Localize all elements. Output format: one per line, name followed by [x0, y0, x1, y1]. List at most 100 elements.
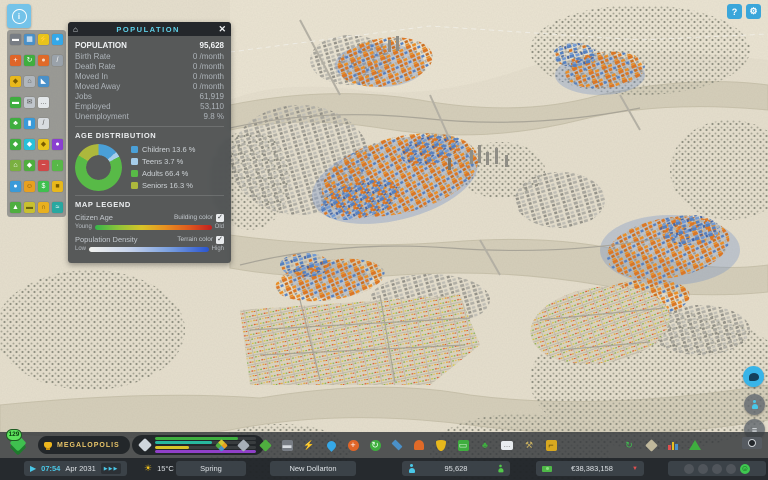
main-toolbar: 129 MEGALOPOLIS ▬ ⚡ + ↻ ▭ ♣ … ⚒ ⌐ ↻: [0, 429, 768, 458]
pollution-infoview-button[interactable]: ●: [52, 139, 63, 150]
education-infoview-button[interactable]: ◣: [38, 76, 49, 87]
legend-swatch: [131, 158, 138, 165]
construction-button[interactable]: ⌐: [544, 438, 558, 452]
citizen-icon: [751, 400, 758, 409]
transportation-infoview-button[interactable]: ▬: [10, 97, 21, 108]
season-pill: Spring: [176, 461, 246, 476]
electricity-infoview-button[interactable]: ⚡: [38, 34, 49, 45]
chirper-bird-icon: [748, 372, 759, 381]
population-pill[interactable]: 95,628: [402, 461, 510, 476]
close-icon[interactable]: ✕: [218, 24, 226, 35]
wildlife-infoview-button[interactable]: ·: [52, 160, 63, 171]
city-crystal-icon: [137, 437, 153, 453]
parks-recreation-button[interactable]: ♣: [478, 438, 492, 452]
water-sewage-button[interactable]: [324, 438, 338, 452]
zoning-button[interactable]: [214, 438, 228, 452]
followed-citizen-button[interactable]: [744, 394, 765, 415]
population-info-infoview-button[interactable]: ●: [10, 181, 21, 192]
toolbar-icons: ▬ ⚡ + ↻ ▭ ♣ … ⚒ ⌐ ↻: [214, 432, 702, 458]
fertile-land-infoview-button[interactable]: ▬: [24, 202, 35, 213]
map-tiles-button[interactable]: [644, 438, 658, 452]
stat-row: POPULATION 95,628: [75, 41, 224, 50]
happiness-face-inactive: [684, 463, 694, 474]
garbage-icon: ↻: [369, 439, 381, 451]
stat-row: Death Rate 0 /month: [75, 62, 224, 71]
stat-row: Employed 53,110: [75, 102, 224, 111]
buildings-infoview-button[interactable]: ▦: [24, 34, 35, 45]
electricity-button[interactable]: ⚡: [302, 438, 316, 452]
money-trend-down-icon: ▼: [632, 465, 638, 472]
milestone-pill[interactable]: MEGALOPOLIS: [38, 436, 130, 454]
signature-infoview-button[interactable]: /: [38, 118, 49, 129]
sun-icon: ☀: [144, 463, 153, 473]
education-button[interactable]: [390, 438, 404, 452]
fire-rescue-button[interactable]: [412, 438, 426, 452]
xp-level-badge[interactable]: 129: [6, 429, 28, 456]
communications-button[interactable]: …: [500, 438, 514, 452]
district-pill[interactable]: New Dollarton: [270, 461, 356, 476]
resources-infoview-button[interactable]: ▲: [10, 202, 21, 213]
wind-infoview-button[interactable]: ◆: [38, 139, 49, 150]
banknote-icon: [542, 465, 552, 472]
speed-control[interactable]: ▶▶▶: [100, 463, 122, 474]
districts-icon: [236, 438, 250, 452]
zoning-icon: [214, 438, 228, 452]
legend-swatch: [131, 182, 138, 189]
happiness-face-inactive: [698, 463, 708, 474]
land-value-infoview-button[interactable]: ⌂: [10, 160, 21, 171]
happiness-face-active: ☺: [740, 463, 750, 474]
time-controls[interactable]: ▶ 07:54 Apr 2031 ▶▶▶: [24, 461, 128, 476]
landscaping-button[interactable]: [258, 438, 272, 452]
happiness-pill[interactable]: ☺: [668, 461, 766, 476]
police-button[interactable]: [434, 438, 448, 452]
population-panel: ⌂ POPULATION ✕ POPULATION 95,628 Birth Rat…: [68, 22, 231, 263]
settings-button[interactable]: ⚙: [746, 4, 761, 19]
age-legend: Children 13.6 % Teens 3.7 % Adults 66.4 % S…: [131, 145, 195, 190]
healthcare-infoview-button[interactable]: +: [10, 55, 21, 66]
terraforming-button[interactable]: ⚒: [522, 438, 536, 452]
photo-mode-button[interactable]: [742, 437, 762, 449]
milestone-title: MEGALOPOLIS: [57, 441, 120, 449]
help-button[interactable]: ?: [727, 4, 742, 19]
economy-button[interactable]: ↻: [622, 438, 636, 452]
stat-row: Birth Rate 0 /month: [75, 52, 224, 61]
infoviews-toggle-button[interactable]: i: [7, 4, 31, 28]
garbage-infoview-button[interactable]: ↻: [24, 55, 35, 66]
chirper-button[interactable]: [743, 366, 764, 387]
statistics-button[interactable]: [666, 438, 680, 452]
roads-infoview-button[interactable]: ▬: [10, 34, 21, 45]
natural-resources-button[interactable]: [688, 438, 702, 452]
deathcare-infoview-button[interactable]: ⌂: [24, 76, 35, 87]
garbage-button[interactable]: ↻: [368, 438, 382, 452]
mail-infoview-button[interactable]: ✉: [24, 97, 35, 108]
districts-button[interactable]: [236, 438, 250, 452]
clock-time: 07:54: [41, 464, 61, 473]
divider: [75, 195, 224, 196]
water-infoview-button[interactable]: ●: [52, 34, 63, 45]
routes-infoview-button[interactable]: ~: [38, 160, 49, 171]
water-flow-infoview-button[interactable]: ◆: [24, 139, 35, 150]
map-legend-rows: Citizen Age Building color ✓ Young Old Popula…: [75, 213, 224, 252]
roads-button[interactable]: ▬: [280, 438, 294, 452]
noise-infoview-button[interactable]: ∩: [38, 202, 49, 213]
happiness-infoview-button[interactable]: ☺: [24, 181, 35, 192]
population-panel-header[interactable]: ⌂ POPULATION ✕: [68, 22, 231, 36]
parks-infoview-button[interactable]: ♣: [10, 118, 21, 129]
maintenance-infoview-button[interactable]: /: [52, 55, 63, 66]
communications-infoview-button[interactable]: …: [38, 97, 49, 108]
fisheries-infoview-button[interactable]: ≈: [52, 202, 63, 213]
tourism-infoview-button[interactable]: ▮: [24, 118, 35, 129]
vegetation-infoview-button[interactable]: ◆: [24, 160, 35, 171]
checkbox[interactable]: ✓: [216, 213, 224, 222]
fire-rescue-infoview-button[interactable]: ●: [38, 55, 49, 66]
checkbox[interactable]: ✓: [216, 235, 224, 244]
workplaces-infoview-button[interactable]: ■: [52, 181, 63, 192]
money-pill[interactable]: €38,383,158 ▼: [536, 461, 644, 476]
terrain-infoview-button[interactable]: ◆: [10, 139, 21, 150]
transportation-button[interactable]: ▭: [456, 438, 470, 452]
economy-info-infoview-button[interactable]: $: [38, 181, 49, 192]
play-icon[interactable]: ▶: [30, 464, 36, 473]
district-label: New Dollarton: [289, 464, 337, 473]
police-infoview-button[interactable]: ◆: [10, 76, 21, 87]
healthcare-button[interactable]: +: [346, 438, 360, 452]
